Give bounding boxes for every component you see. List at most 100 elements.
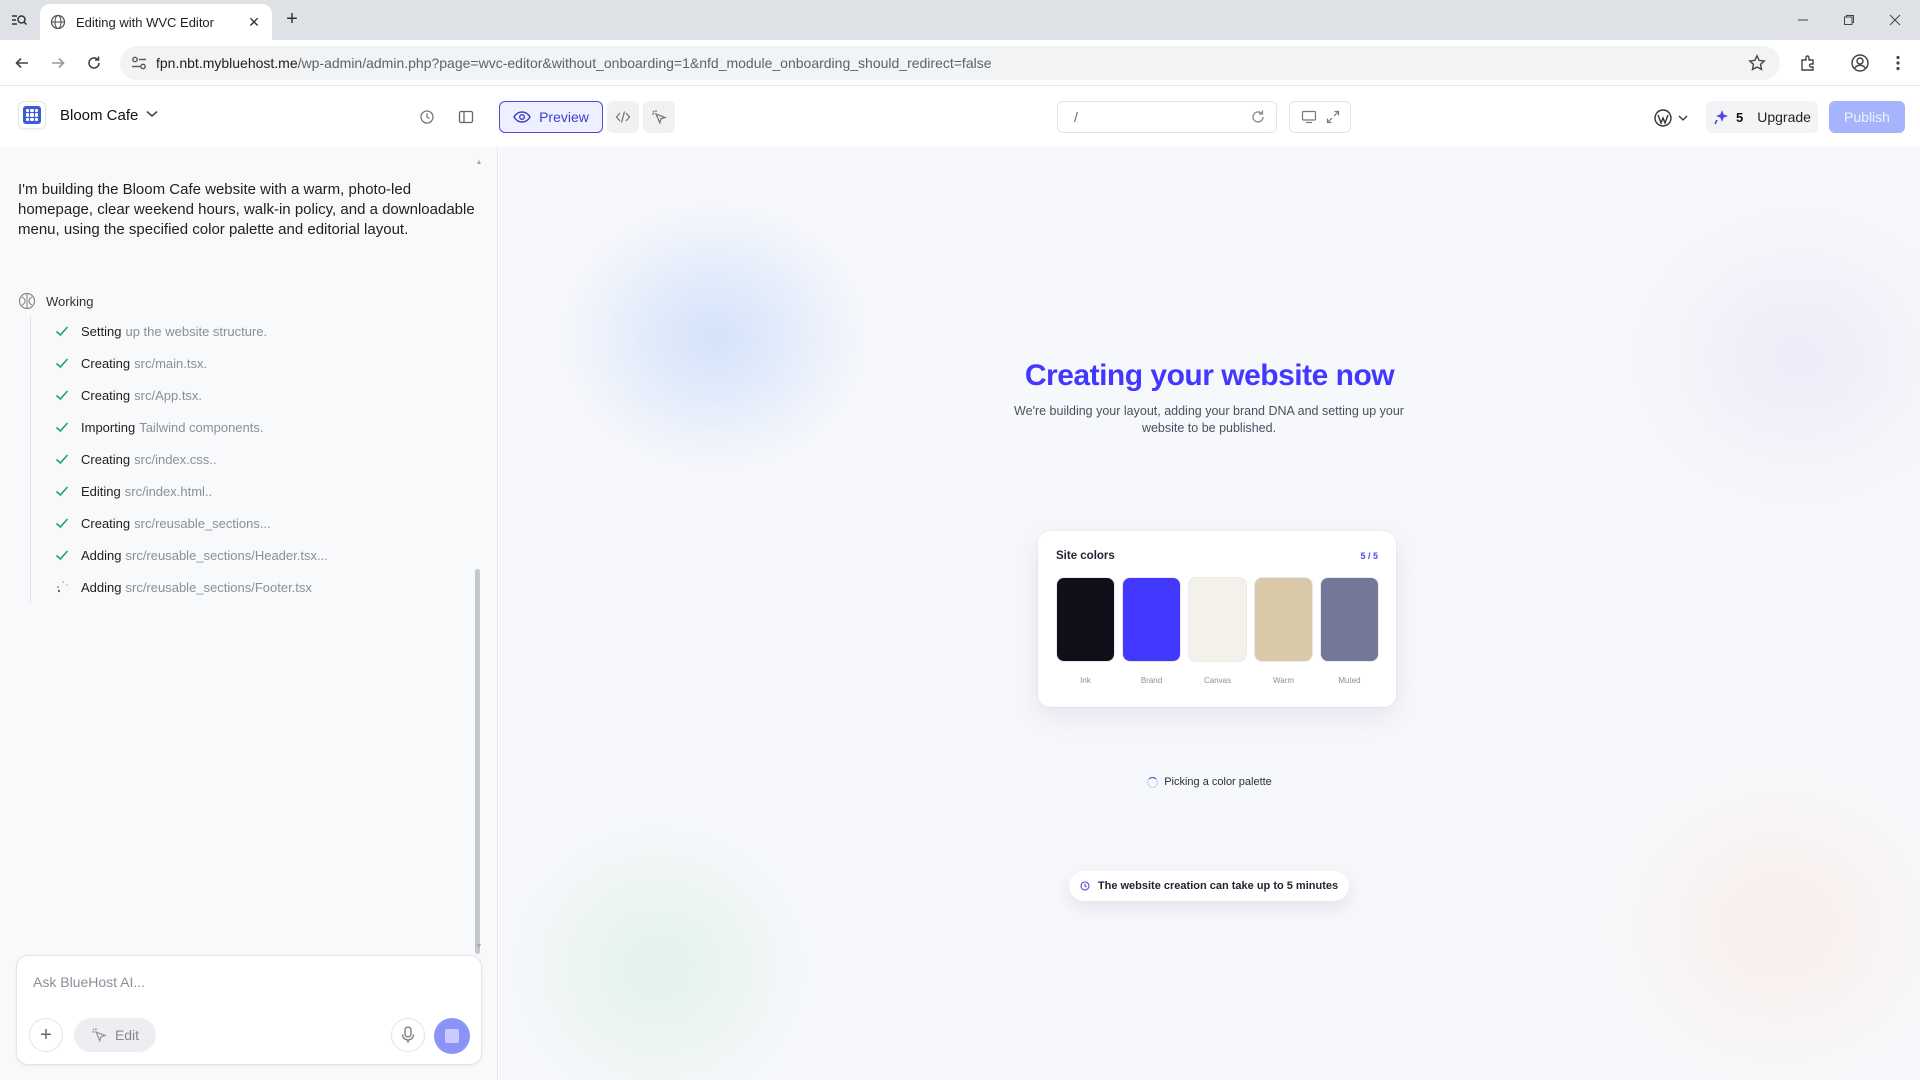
new-tab-button[interactable]: + — [280, 8, 304, 32]
refresh-preview-icon[interactable] — [1250, 109, 1266, 125]
back-button[interactable] — [10, 51, 34, 75]
add-attachment-button[interactable]: + — [29, 1018, 63, 1052]
microphone-button[interactable] — [391, 1018, 425, 1052]
publish-label: Publish — [1844, 109, 1890, 125]
address-bar[interactable]: fpn.nbt.mybluehost.me/wp-admin/admin.php… — [120, 46, 1780, 80]
tab-search-icon[interactable] — [6, 8, 32, 32]
profile-icon[interactable] — [1848, 51, 1872, 75]
publish-button[interactable]: Publish — [1829, 101, 1905, 133]
swatch-chip — [1122, 577, 1181, 662]
browser-tab[interactable]: Editing with WVC Editor ✕ — [40, 4, 272, 40]
swatch-label: Warm — [1272, 676, 1295, 685]
working-label: Working — [46, 293, 94, 309]
preview-canvas: Creating your website now We're building… — [499, 147, 1920, 1080]
checkmark-icon — [55, 515, 71, 531]
restore-button[interactable] — [1826, 6, 1872, 34]
credits-upgrade-button[interactable]: 5 Upgrade — [1706, 101, 1818, 133]
stop-generation-button[interactable] — [434, 1018, 470, 1054]
progress-step: Creating src/index.css.. — [31, 443, 470, 475]
checkmark-icon — [55, 547, 71, 563]
progress-step: Editing src/index.html.. — [31, 475, 470, 507]
chat-composer: Ask BlueHost AI... + Edit — [16, 955, 482, 1065]
creating-headline: Creating your website now — [1024, 359, 1395, 392]
chat-scrollbar[interactable] — [474, 159, 482, 954]
forward-button[interactable] — [46, 51, 70, 75]
url-path: /wp-admin/admin.php?page=wvc-editor&with… — [297, 55, 992, 71]
scrollbar-thumb[interactable] — [475, 569, 480, 954]
color-swatch: Warm — [1254, 577, 1313, 685]
code-view-button[interactable] — [607, 101, 639, 133]
preview-button[interactable]: Preview — [499, 101, 603, 133]
tab-close-icon[interactable]: ✕ — [246, 14, 262, 30]
step-verb: Setting — [81, 323, 122, 339]
step-object: src/reusable_sections... — [134, 515, 271, 531]
loading-spinner-icon — [1147, 776, 1159, 788]
eye-icon — [513, 111, 531, 123]
url-host: fpn.nbt.mybluehost.me — [156, 55, 298, 71]
color-swatch: Canvas — [1188, 577, 1247, 685]
progress-step: Creating src/main.tsx. — [31, 347, 470, 379]
swatch-chip — [1320, 577, 1379, 662]
color-swatch: Muted — [1320, 577, 1379, 685]
step-verb: Creating — [81, 515, 131, 531]
color-swatch: Brand — [1122, 577, 1181, 685]
plus-icon: + — [40, 1023, 52, 1046]
browser-tabstrip: Editing with WVC Editor ✕ + — [0, 0, 1920, 40]
toggle-sidebar-icon[interactable] — [454, 105, 478, 129]
reload-button[interactable] — [82, 51, 106, 75]
step-object: Tailwind components. — [139, 419, 264, 435]
browser-toolbar: fpn.nbt.mybluehost.me/wp-admin/admin.php… — [0, 40, 1920, 86]
browser-menu-icon[interactable] — [1886, 51, 1910, 75]
device-toggle — [1289, 101, 1351, 133]
swatch-label: Ink — [1080, 676, 1091, 685]
code-icon — [615, 111, 631, 123]
extensions-icon[interactable] — [1796, 51, 1820, 75]
time-notice: The website creation can take up to 5 mi… — [1069, 871, 1349, 901]
site-logo-icon — [18, 101, 46, 129]
step-verb: Importing — [81, 419, 136, 435]
desktop-icon[interactable] — [1301, 110, 1317, 124]
progress-step: Creating src/App.tsx. — [31, 379, 470, 411]
step-verb: Creating — [81, 451, 131, 467]
step-verb: Editing — [81, 483, 121, 499]
swatch-label: Brand — [1140, 676, 1163, 685]
swatch-label: Canvas — [1203, 676, 1232, 685]
history-icon[interactable] — [415, 105, 439, 129]
swatch-chip — [1254, 577, 1313, 662]
color-swatch: Ink — [1056, 577, 1115, 685]
checkmark-icon — [55, 323, 71, 339]
upgrade-label: Upgrade — [1757, 109, 1811, 125]
checkmark-icon — [55, 451, 71, 467]
chat-input[interactable]: Ask BlueHost AI... — [33, 974, 145, 990]
scroll-down-arrow[interactable]: ▼ — [475, 943, 483, 951]
progress-step: Setting up the website structure. — [31, 315, 470, 347]
minimize-button[interactable] — [1780, 6, 1826, 34]
bookmark-star-icon[interactable] — [1748, 54, 1766, 72]
progress-step: Adding src/reusable_sections/Header.tsx..… — [31, 539, 470, 571]
edit-mode-button[interactable]: Edit — [74, 1018, 156, 1052]
editor-appbar: Bloom Cafe Preview / 5 Upgrade Publish — [0, 87, 1920, 147]
clock-icon — [1080, 881, 1090, 891]
step-object: src/reusable_sections/Footer.tsx — [125, 579, 312, 595]
site-colors-title: Site colors — [1056, 550, 1115, 562]
chat-panel: I'm building the Bloom Cafe website with… — [0, 147, 498, 1080]
close-window-button[interactable] — [1872, 6, 1918, 34]
site-info-icon[interactable] — [130, 54, 148, 72]
swatch-chip — [1188, 577, 1247, 662]
select-element-button[interactable] — [643, 101, 675, 133]
brain-icon — [18, 292, 36, 310]
progress-step: Creating src/reusable_sections... — [31, 507, 470, 539]
step-object: up the website structure. — [125, 323, 268, 339]
working-status: Working — [18, 292, 93, 310]
fullscreen-icon[interactable] — [1326, 110, 1340, 124]
site-switcher[interactable]: Bloom Cafe — [18, 101, 158, 129]
page-path-value: / — [1074, 109, 1078, 125]
loading-spinner-icon — [57, 581, 68, 593]
step-object: src/App.tsx. — [134, 387, 203, 403]
url-text: fpn.nbt.mybluehost.me/wp-admin/admin.php… — [156, 55, 992, 71]
wordpress-menu[interactable] — [1654, 109, 1688, 127]
progress-step: Importing Tailwind components. — [31, 411, 470, 443]
edit-label: Edit — [114, 1027, 140, 1043]
page-path-input[interactable]: / — [1057, 101, 1277, 133]
chevron-down-icon — [146, 109, 158, 121]
